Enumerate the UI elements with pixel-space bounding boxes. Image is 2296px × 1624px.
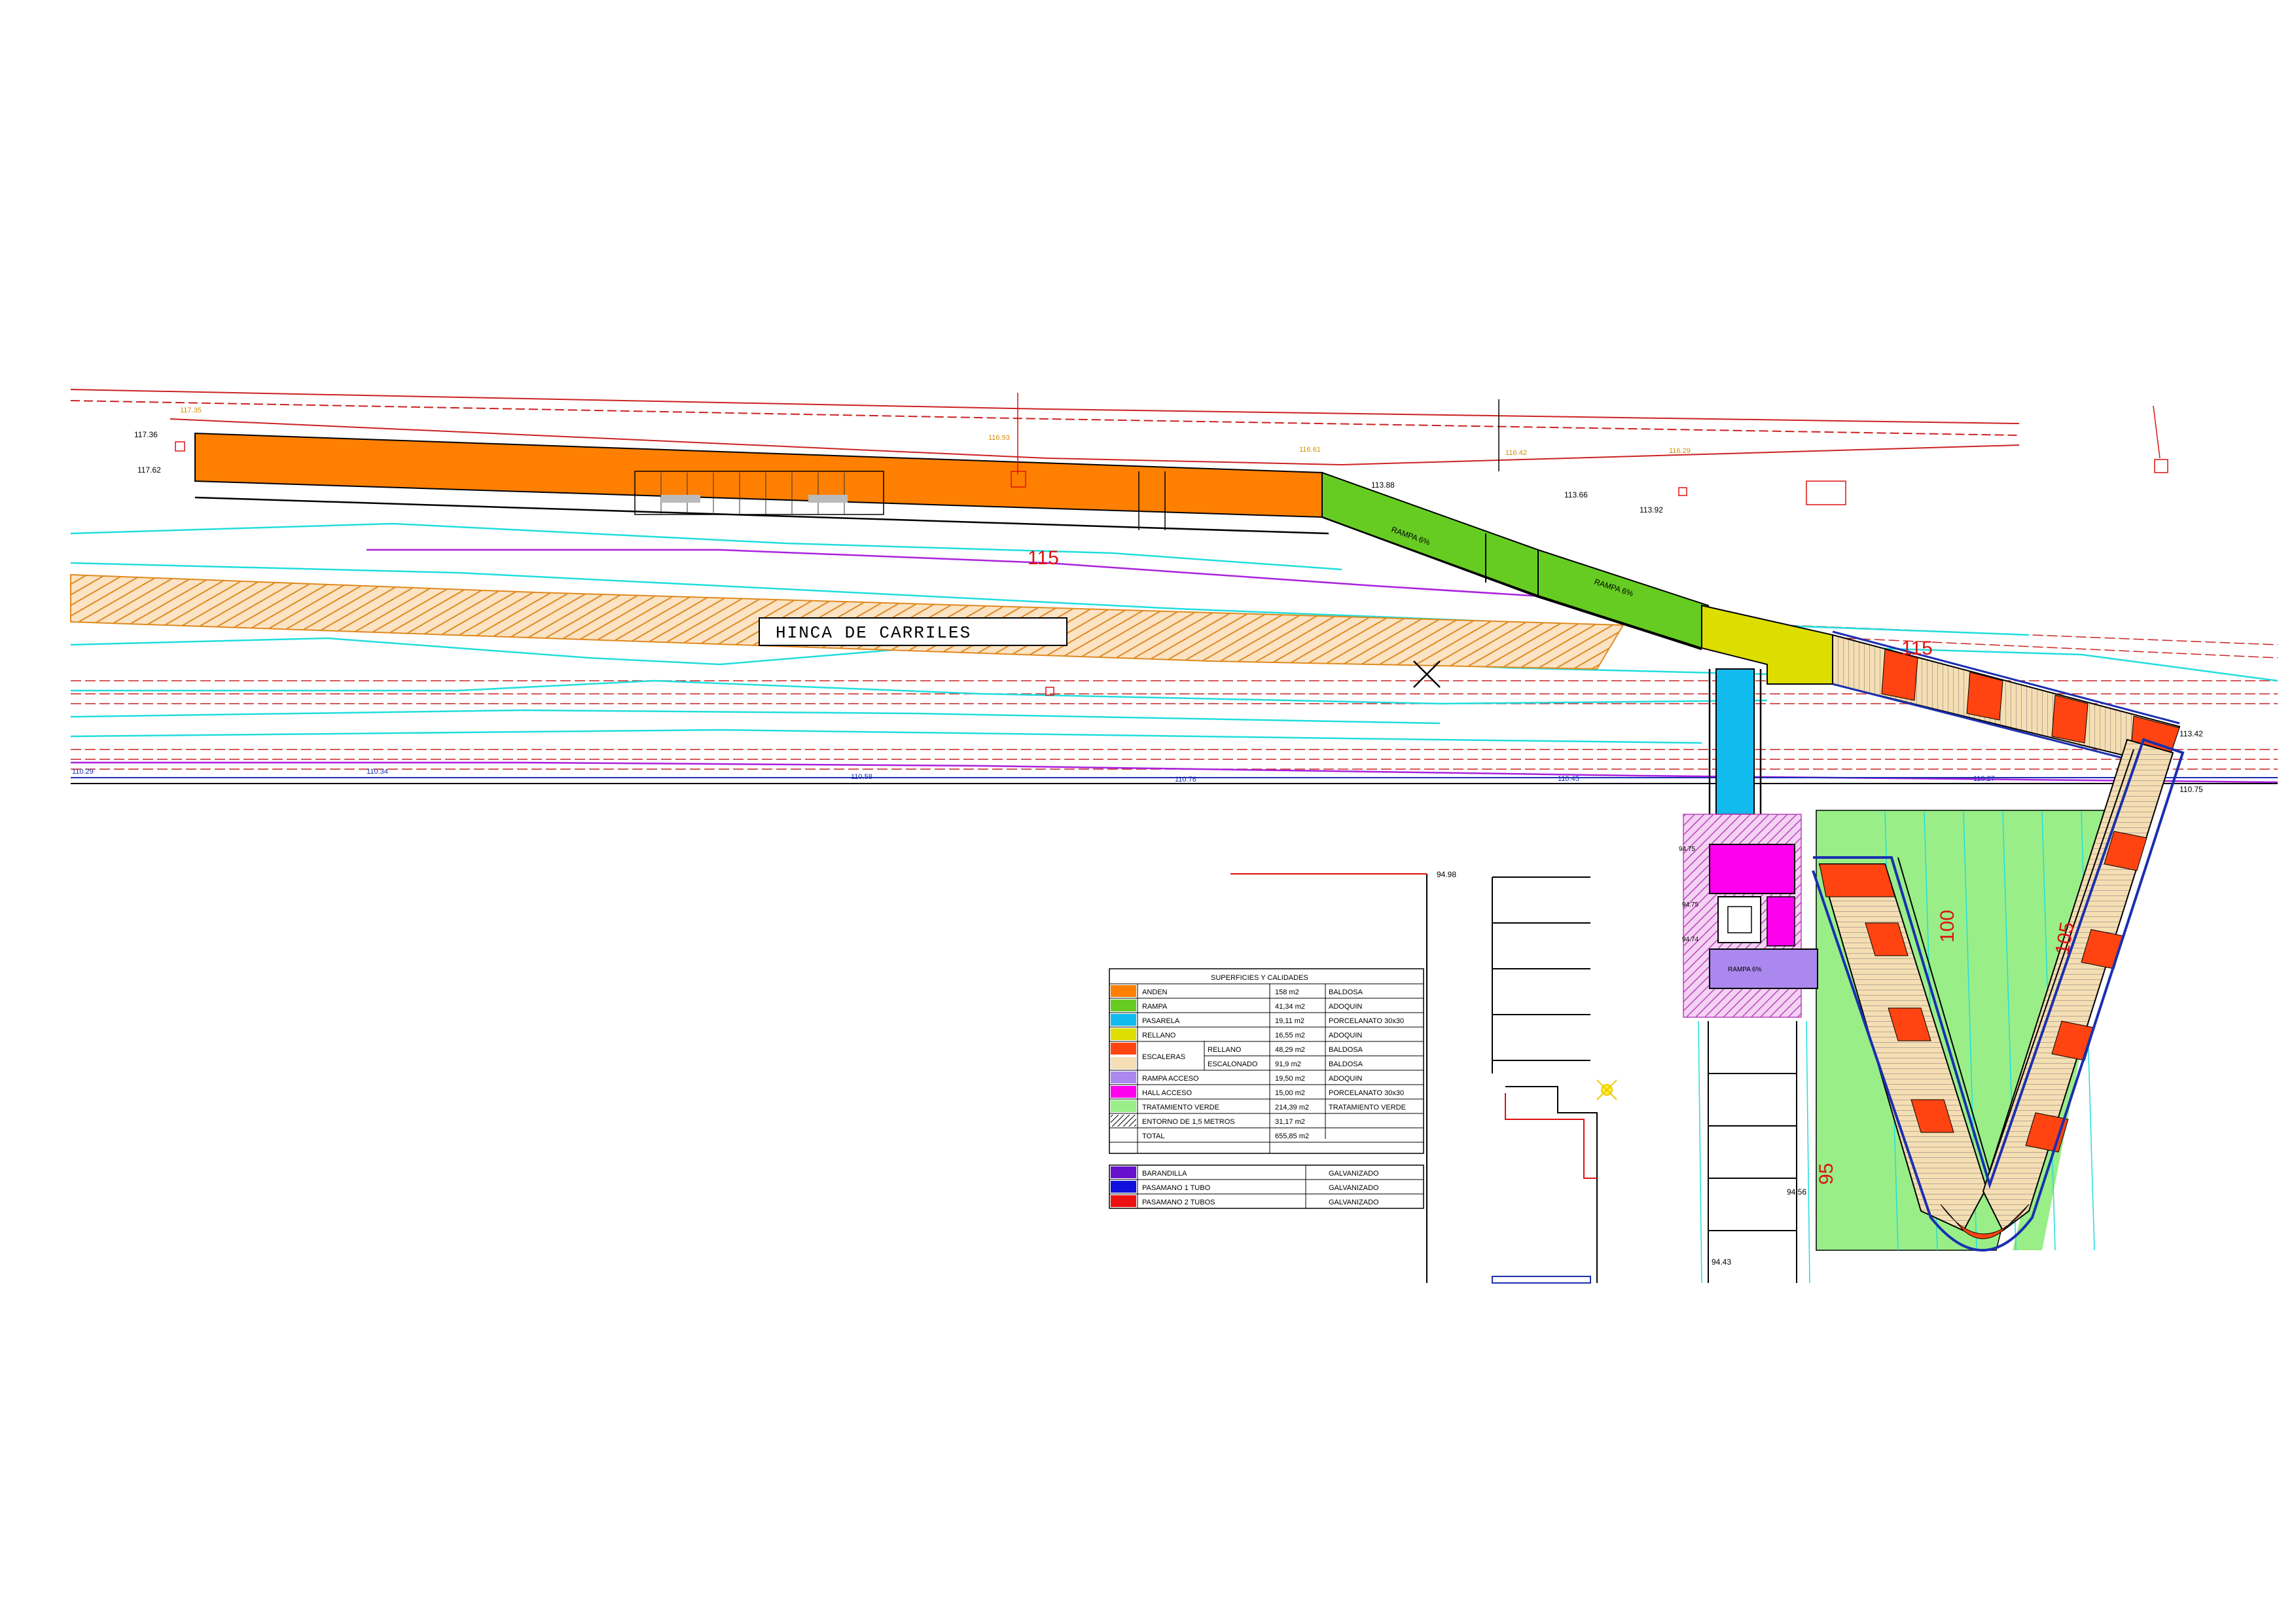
contour-label-115b: 115 [1901,638,1933,659]
svg-text:94.56: 94.56 [1787,1187,1806,1197]
svg-text:GALVANIZADO: GALVANIZADO [1329,1170,1379,1178]
svg-text:94.98: 94.98 [1437,870,1456,879]
contour-label-95: 95 [1816,1163,1837,1185]
svg-text:48,29 m2: 48,29 m2 [1275,1046,1305,1054]
svg-text:116.42: 116.42 [1505,449,1527,457]
svg-text:GALVANIZADO: GALVANIZADO [1329,1184,1379,1192]
svg-text:15,00 m2: 15,00 m2 [1275,1089,1305,1097]
svg-text:116.93: 116.93 [988,434,1010,442]
rails-legend: BARANDILLA GALVANIZADO PASAMANO 1 TUBO G… [1109,1164,1424,1209]
svg-text:117.35: 117.35 [180,406,202,414]
svg-text:158 m2: 158 m2 [1275,988,1299,996]
svg-text:PASARELA: PASARELA [1142,1017,1180,1025]
pasarela [1715,668,1755,815]
svg-text:RELLANO: RELLANO [1142,1032,1176,1039]
svg-text:214,39 m2: 214,39 m2 [1275,1104,1309,1111]
ascensor [1717,896,1761,943]
svg-text:PASAMANO 1 TUBO: PASAMANO 1 TUBO [1142,1184,1211,1192]
svg-text:94.75: 94.75 [1682,901,1698,909]
svg-text:ADOQUIN: ADOQUIN [1329,1003,1362,1011]
svg-text:110.58: 110.58 [851,773,872,781]
svg-text:TRATAMIENTO VERDE: TRATAMIENTO VERDE [1142,1104,1219,1111]
svg-text:ESCALONADO: ESCALONADO [1208,1060,1258,1068]
hinca-label: HINCA DE CARRILES [776,623,971,643]
svg-text:BALDOSA: BALDOSA [1329,988,1363,996]
svg-text:110.45: 110.45 [1558,775,1579,783]
svg-text:94.43: 94.43 [1712,1257,1731,1267]
svg-text:ADOQUIN: ADOQUIN [1329,1075,1362,1083]
svg-text:113.88: 113.88 [1371,480,1395,490]
svg-text:116.61: 116.61 [1299,446,1321,454]
svg-text:110.27: 110.27 [1973,775,1995,783]
svg-text:PASAMANO 2 TUBOS: PASAMANO 2 TUBOS [1142,1199,1215,1206]
svg-text:16,55 m2: 16,55 m2 [1275,1032,1305,1039]
contour-label-100: 100 [1937,910,1958,943]
svg-text:GALVANIZADO: GALVANIZADO [1329,1199,1379,1206]
sun-symbol [1596,1079,1617,1100]
rampa-acceso-label: RAMPA 6% [1728,966,1762,973]
svg-text:RAMPA ACCESO: RAMPA ACCESO [1142,1075,1199,1083]
site-plan-drawing: HINCA DE CARRILES RAMPA 6% RAMPA 6% RAMP… [70,389,2278,1284]
legend-table: SUPERFICIES Y CALIDADES ANDEN 158 m2 BAL… [1109,968,1424,1154]
svg-text:110.76: 110.76 [1175,776,1196,784]
svg-text:BALDOSA: BALDOSA [1329,1060,1363,1068]
svg-text:ENTORNO DE 1,5 METROS: ENTORNO DE 1,5 METROS [1142,1118,1235,1126]
svg-text:113.92: 113.92 [1640,505,1663,514]
svg-text:BARANDILLA: BARANDILLA [1142,1170,1187,1178]
svg-text:19,50 m2: 19,50 m2 [1275,1075,1305,1083]
legend-title: SUPERFICIES Y CALIDADES [1211,974,1308,982]
svg-text:PORCELANATO 30x30: PORCELANATO 30x30 [1329,1089,1404,1097]
svg-text:117.62: 117.62 [137,465,161,475]
svg-text:113.42: 113.42 [2179,729,2203,738]
svg-text:94.74: 94.74 [1682,936,1698,943]
svg-text:BALDOSA: BALDOSA [1329,1046,1363,1054]
svg-text:ANDEN: ANDEN [1142,988,1168,996]
svg-text:19,11 m2: 19,11 m2 [1275,1017,1304,1025]
svg-text:HALL ACCESO: HALL ACCESO [1142,1089,1192,1097]
rampa-1 [1321,471,1539,597]
svg-text:PORCELANATO 30x30: PORCELANATO 30x30 [1329,1017,1404,1025]
svg-text:ESCALERAS: ESCALERAS [1142,1053,1185,1061]
svg-text:RELLANO: RELLANO [1208,1046,1242,1054]
svg-text:RAMPA: RAMPA [1142,1003,1168,1011]
svg-text:ADOQUIN: ADOQUIN [1329,1032,1362,1039]
svg-text:113.66: 113.66 [1564,490,1588,499]
hall-acceso [1709,844,1795,894]
hall-acceso-2 [1767,896,1795,947]
svg-text:117.36: 117.36 [134,430,158,439]
svg-text:TOTAL: TOTAL [1142,1132,1164,1140]
svg-text:41,34 m2: 41,34 m2 [1275,1003,1305,1011]
contour-label-115a: 115 [1028,547,1059,569]
svg-text:91,9 m2: 91,9 m2 [1275,1060,1301,1068]
svg-text:31,17 m2: 31,17 m2 [1275,1118,1305,1126]
svg-text:110.29: 110.29 [72,768,94,776]
svg-text:655,85 m2: 655,85 m2 [1275,1132,1309,1140]
svg-text:110.34: 110.34 [367,768,388,776]
svg-text:94.75: 94.75 [1679,846,1695,853]
svg-text:116.29: 116.29 [1669,447,1691,455]
svg-text:110.75: 110.75 [2179,785,2203,794]
rampa-acceso [1709,948,1818,989]
svg-text:TRATAMIENTO VERDE: TRATAMIENTO VERDE [1329,1104,1406,1111]
